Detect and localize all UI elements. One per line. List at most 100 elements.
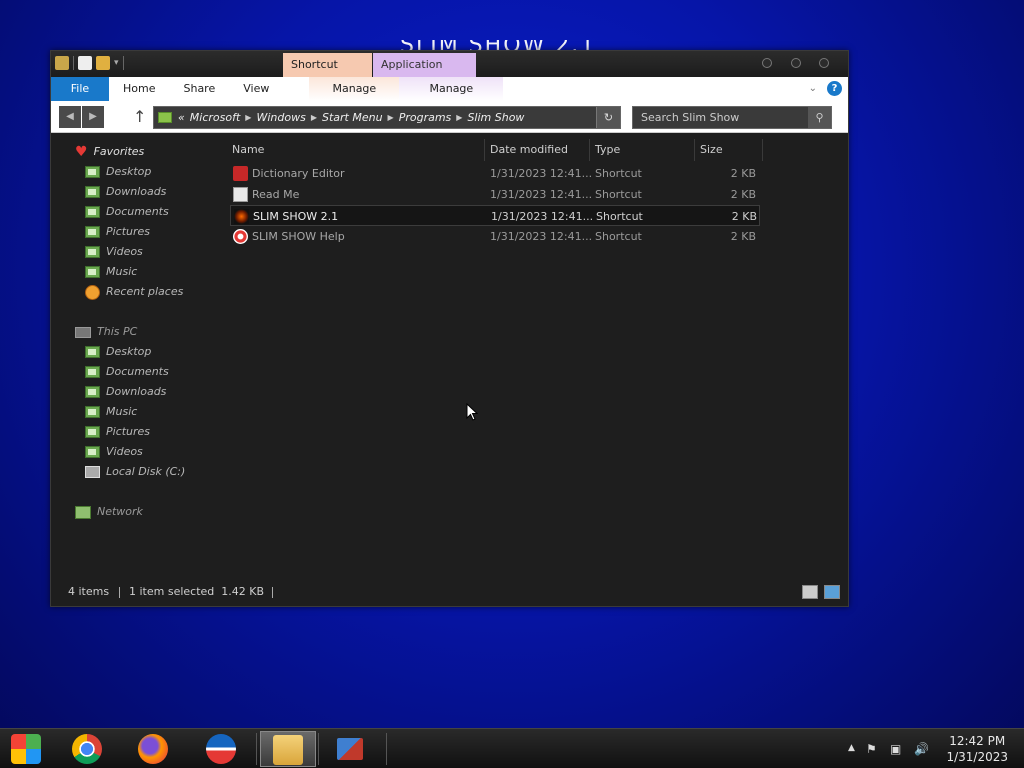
nav-pc-videos[interactable]: Videos [85,444,143,460]
firefox-icon [138,734,168,764]
chevron-right-icon[interactable]: ▶ [456,113,462,122]
nav-network[interactable]: Network [75,504,143,520]
chrome-icon [72,734,102,764]
forward-button[interactable]: ▶ [82,106,104,128]
nav-favorites[interactable]: ♥ Favorites [75,144,144,160]
column-header-size[interactable]: Size [700,140,760,160]
file-type: Shortcut [595,167,642,180]
chevron-right-icon[interactable]: ▶ [311,113,317,122]
show-hidden-icons-icon[interactable]: ▲ [848,743,855,753]
up-arrow-icon[interactable]: ↑ [133,107,146,126]
breadcrumb-windows[interactable]: Windows [256,111,305,124]
close-button[interactable] [819,58,829,68]
nav-this-pc[interactable]: This PC [75,324,137,340]
column-header-type[interactable]: Type [595,140,690,160]
breadcrumb-programs[interactable]: Programs [399,111,452,124]
tab-file[interactable]: File [51,77,109,101]
nav-pc-music[interactable]: Music [85,404,137,420]
nav-pc-documents[interactable]: Documents [85,364,169,380]
new-folder-icon[interactable] [96,56,110,70]
nav-label: Documents [106,205,169,218]
pictures-icon [85,226,100,238]
file-name: Dictionary Editor [252,167,345,180]
nav-fav-music[interactable]: Music [85,264,137,280]
large-icons-view-icon[interactable] [824,585,840,599]
refresh-icon[interactable]: ↻ [596,107,620,128]
context-tab-shortcut-tools[interactable]: Shortcut Tools [283,53,372,95]
nav-label: Documents [106,365,169,378]
tab-view[interactable]: View [229,77,283,101]
taskbar-chrome[interactable] [60,731,116,767]
address-bar[interactable]: « Microsoft ▶ Windows ▶ Start Menu ▶ Pro… [153,106,621,129]
nav-fav-pictures[interactable]: Pictures [85,224,150,240]
file-date: 1/31/2023 12:41... [490,188,593,201]
expand-ribbon-icon[interactable]: ⌄ [809,83,817,94]
column-divider[interactable] [589,139,590,161]
file-name: Read Me [252,188,300,201]
column-divider[interactable] [694,139,695,161]
breadcrumb-slim-show[interactable]: Slim Show [467,111,524,124]
nav-fav-documents[interactable]: Documents [85,204,169,220]
file-date: 1/31/2023 12:41... [490,230,593,243]
hard-disk-icon [85,466,100,478]
system-tray: ▲ ⚑ ▣ 🔊 12:42 PM 1/31/2023 [844,729,1024,768]
taskbar-browser[interactable] [194,731,250,767]
context-tab-application-tools[interactable]: Application Tools [373,53,476,95]
properties-icon[interactable] [78,56,92,70]
taskbar-remote-desktop[interactable] [325,731,381,767]
nav-label: Pictures [106,425,151,438]
nav-fav-videos[interactable]: Videos [85,244,143,260]
search-input[interactable]: Search Slim Show [632,106,832,129]
file-row[interactable]: Dictionary Editor 1/31/2023 12:41... Sho… [230,163,760,184]
nav-pc-downloads[interactable]: Downloads [85,384,166,400]
tab-share[interactable]: Share [169,77,229,101]
clock[interactable]: 12:42 PM 1/31/2023 [946,733,1008,765]
details-view-icon[interactable] [802,585,818,599]
column-divider[interactable] [484,139,485,161]
nav-fav-downloads[interactable]: Downloads [85,184,166,200]
taskbar-firefox[interactable] [126,731,182,767]
file-type: Shortcut [595,230,642,243]
back-button[interactable]: ◀ [59,106,81,128]
file-type: Shortcut [595,188,642,201]
chevron-right-icon[interactable]: ▶ [388,113,394,122]
maximize-button[interactable] [791,58,801,68]
file-row-selected[interactable]: SLIM SHOW 2.1 1/31/2023 12:41... Shortcu… [230,205,760,226]
tab-manage-shortcut[interactable]: Manage [309,77,400,101]
column-divider[interactable] [762,139,763,161]
breadcrumb-microsoft[interactable]: Microsoft [190,111,241,124]
volume-icon[interactable]: 🔊 [914,742,929,756]
address-overflow[interactable]: « [178,111,185,124]
start-button[interactable] [0,731,56,767]
chevron-right-icon[interactable]: ▶ [245,113,251,122]
file-explorer-icon [273,735,303,765]
nav-fav-desktop[interactable]: Desktop [85,164,151,180]
search-icon[interactable]: ⚲ [808,107,831,128]
minimize-button[interactable] [762,58,772,68]
action-center-flag-icon[interactable]: ⚑ [866,742,877,756]
folder-icon[interactable] [55,56,69,70]
tab-manage-application[interactable]: Manage [399,77,504,101]
divider [73,56,74,70]
file-name: SLIM SHOW Help [252,230,345,243]
file-row[interactable]: Read Me 1/31/2023 12:41... Shortcut 2 KB [230,184,760,205]
documents-icon [85,206,100,218]
breadcrumb-start-menu[interactable]: Start Menu [322,111,383,124]
tab-home[interactable]: Home [109,77,169,101]
column-header-date[interactable]: Date modified [490,140,590,160]
nav-pc-pictures[interactable]: Pictures [85,424,150,440]
help-icon[interactable]: ? [827,81,842,96]
network-status-icon[interactable]: ▣ [890,742,901,756]
taskbar-file-explorer[interactable] [260,731,316,767]
navigation-pane: ♥ Favorites Desktop Downloads Documents … [51,141,226,541]
nav-pc-local-disk[interactable]: Local Disk (C:) [85,464,185,480]
file-row[interactable]: SLIM SHOW Help 1/31/2023 12:41... Shortc… [230,226,760,247]
heart-icon: ♥ [75,144,88,160]
column-header-name[interactable]: Name [232,140,482,160]
nav-label: Recent places [106,285,184,298]
chevron-down-icon[interactable]: ▾ [114,58,119,68]
nav-pc-desktop[interactable]: Desktop [85,344,151,360]
nav-fav-recent-places[interactable]: Recent places [85,284,183,300]
title-bar: ▾ Shortcut Tools Application Tools [51,51,848,95]
divider [122,56,124,70]
